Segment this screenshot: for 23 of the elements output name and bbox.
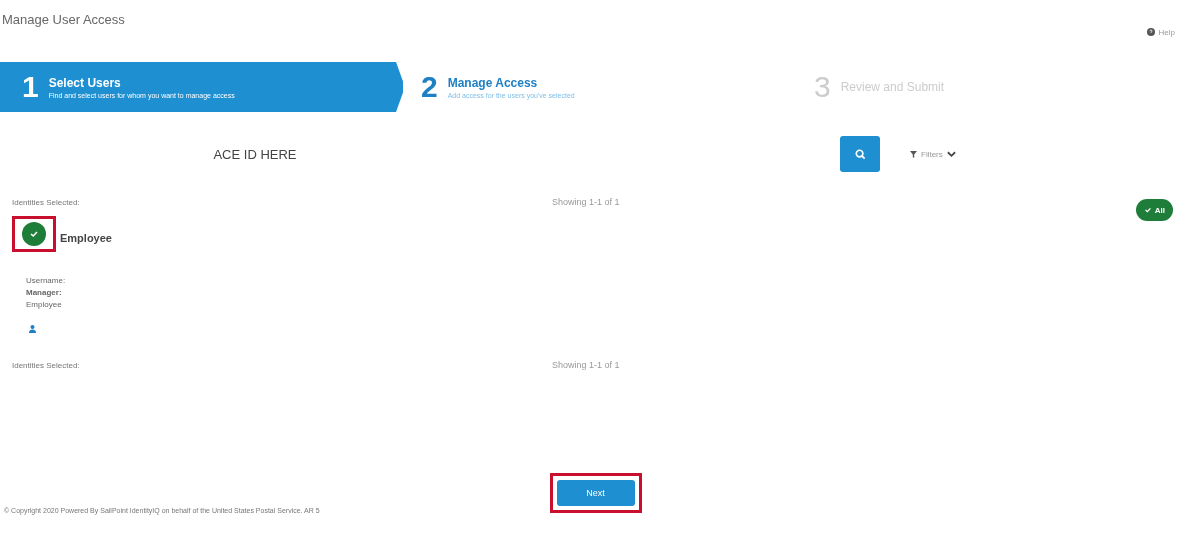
role-text: Employee bbox=[26, 300, 63, 309]
search-label: ACE ID HERE bbox=[212, 146, 298, 162]
help-icon[interactable] bbox=[1146, 28, 1155, 36]
identity-checkbox[interactable] bbox=[22, 222, 46, 246]
identity-type: Employee bbox=[60, 232, 112, 244]
help-link[interactable]: Help bbox=[1158, 27, 1175, 37]
result-count: Showing 1-1 of 1 bbox=[552, 197, 620, 207]
identities-selected-label: Identities Selected: bbox=[12, 197, 81, 207]
search-icon bbox=[854, 148, 866, 160]
select-all-toggle[interactable]: All bbox=[1135, 199, 1173, 221]
next-button[interactable]: Next bbox=[556, 480, 635, 506]
check-icon bbox=[29, 229, 39, 239]
filter-icon bbox=[910, 150, 917, 158]
result-count: Showing 1-1 of 1 bbox=[552, 360, 620, 370]
check-icon bbox=[1143, 206, 1152, 214]
manager-label: Manager: bbox=[26, 288, 63, 297]
username-label: Username: bbox=[26, 276, 67, 285]
caret-icon bbox=[946, 150, 956, 158]
page-title: Manage User Access bbox=[2, 12, 125, 29]
filters-dropdown[interactable]: Filters bbox=[904, 148, 962, 160]
person-icon bbox=[29, 325, 36, 333]
identities-selected-label: Identities Selected: bbox=[12, 360, 81, 370]
search-button[interactable] bbox=[840, 136, 880, 172]
